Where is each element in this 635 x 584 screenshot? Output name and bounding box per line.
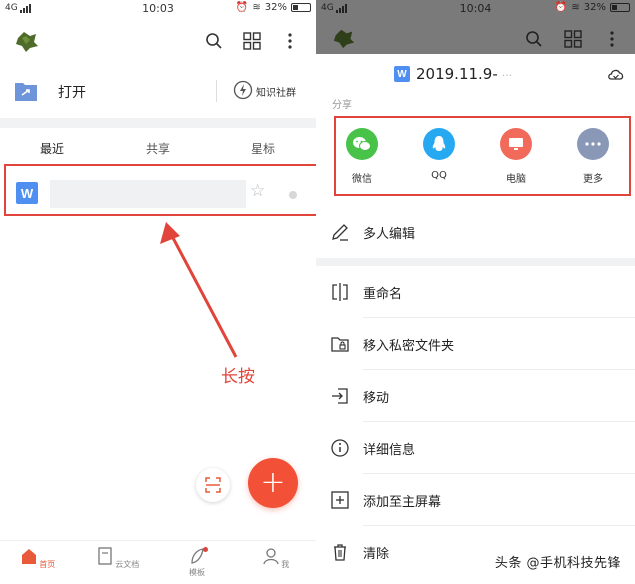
wechat-icon <box>346 128 378 160</box>
document-title: 2019.11.9- ··· <box>416 65 512 83</box>
new-document-button[interactable]: + <box>248 458 298 508</box>
watermark: 头条 @手机科技先锋 <box>494 556 621 571</box>
share-computer-label: 电脑 <box>506 174 526 185</box>
share-more-label: 更多 <box>583 174 603 185</box>
nav-me[interactable]: 我 <box>251 547 301 570</box>
sheet-header: W 2019.11.9- ··· <box>316 54 635 94</box>
rename-icon <box>332 283 348 301</box>
file-name-redacted <box>50 180 246 208</box>
wifi-icon: ≋ <box>252 2 261 13</box>
move-icon <box>332 388 348 404</box>
app-logo-icon <box>333 29 355 49</box>
tab-recent[interactable]: 最近 <box>40 140 64 157</box>
status-bar: 4G 10:04 ⏰ ≋ 32% <box>316 0 635 18</box>
community-link[interactable]: 知识社群 <box>256 84 296 99</box>
nav-me-label: 我 <box>281 560 290 569</box>
tab-starred[interactable]: 星标 <box>251 140 275 157</box>
bottom-nav: 首页 云文档 模板 我 <box>0 540 316 584</box>
long-press-annotation: 长按 <box>221 367 255 387</box>
battery-level: 32% <box>583 2 606 13</box>
menu-clear-label: 清除 <box>363 547 390 562</box>
monitor-icon <box>500 128 532 160</box>
grid-view-icon[interactable] <box>241 30 263 52</box>
menu-details-label: 详细信息 <box>363 443 416 458</box>
menu-rename-label: 重命名 <box>363 287 403 302</box>
home-icon <box>21 549 36 564</box>
search-icon[interactable] <box>203 30 225 52</box>
nav-templates-label: 模板 <box>189 568 205 577</box>
battery-icon <box>610 3 630 12</box>
trash-icon <box>334 544 346 561</box>
person-icon <box>263 548 279 565</box>
open-label: 打开 <box>58 85 86 101</box>
document-title-text: 2019.11.9- <box>416 65 498 83</box>
recent-file-row[interactable]: W ☆ <box>0 164 316 226</box>
tab-shared[interactable]: 共享 <box>146 140 170 157</box>
share-more[interactable]: 更多 <box>568 128 618 185</box>
qq-icon <box>423 128 455 160</box>
menu-rename[interactable]: 重命名 <box>316 266 635 318</box>
share-qq-label: QQ <box>431 170 447 181</box>
notification-dot <box>203 547 208 552</box>
share-qq[interactable]: QQ <box>414 128 464 181</box>
menu-add-home-label: 添加至主屏幕 <box>363 495 442 510</box>
battery-icon <box>291 3 311 12</box>
status-right: ⏰ ≋ 32% <box>236 2 311 13</box>
more-vertical-icon[interactable] <box>279 30 301 52</box>
grid-view-icon <box>562 28 584 50</box>
nav-home-label: 首页 <box>39 560 56 569</box>
dimmed-background[interactable]: 4G 10:04 ⏰ ≋ 32% <box>316 0 635 54</box>
word-doc-icon: W <box>394 66 410 82</box>
add-square-icon <box>331 491 349 509</box>
star-icon[interactable]: ☆ <box>250 181 265 201</box>
scan-button[interactable] <box>196 468 230 502</box>
folder-open-icon <box>15 83 37 101</box>
menu-move-private-label: 移入私密文件夹 <box>363 339 455 354</box>
section-separator <box>316 258 635 266</box>
status-right: ⏰ ≋ 32% <box>555 2 630 13</box>
search-icon <box>523 28 545 50</box>
battery-level: 32% <box>264 2 287 13</box>
share-wechat[interactable]: 微信 <box>337 128 387 185</box>
status-bar: 4G 10:03 ⏰ ≋ 32% <box>0 0 316 18</box>
cloud-upload-icon[interactable] <box>607 66 625 82</box>
nav-cloud-docs[interactable]: 云文档 <box>93 547 143 570</box>
section-separator <box>0 118 316 128</box>
more-vertical-icon <box>601 28 623 50</box>
left-screen: 4G 10:03 ⏰ ≋ 32% 打开 知识社群 最近 共享 星标 W ☆ 长按… <box>0 0 316 584</box>
document-title-redacted: ··· <box>501 69 513 82</box>
top-bar <box>0 24 316 62</box>
template-icon <box>189 547 208 565</box>
file-tabs: 最近 共享 星标 <box>0 134 316 160</box>
share-computer[interactable]: 电脑 <box>491 128 541 185</box>
menu-move-private[interactable]: 移入私密文件夹 <box>316 318 635 370</box>
document-icon <box>98 547 112 565</box>
menu-details[interactable]: 详细信息 <box>316 422 635 474</box>
menu-move-label: 移动 <box>363 391 390 406</box>
menu-multi-edit-label: 多人编辑 <box>363 227 416 242</box>
divider <box>216 80 217 102</box>
pencil-icon <box>332 224 348 241</box>
nav-templates[interactable]: 模板 <box>172 547 222 578</box>
alarm-icon: ⏰ <box>235 2 249 13</box>
lightning-icon <box>233 80 253 100</box>
right-screen: 4G 10:04 ⏰ ≋ 32% W 2019.11.9- ··· 分享 微信 … <box>316 0 635 584</box>
alarm-icon: ⏰ <box>554 2 568 13</box>
nav-cloud-docs-label: 云文档 <box>115 560 140 569</box>
share-wechat-label: 微信 <box>352 174 372 185</box>
wifi-icon: ≋ <box>571 2 580 13</box>
more-horizontal-icon <box>577 128 609 160</box>
menu-add-home[interactable]: 添加至主屏幕 <box>316 474 635 526</box>
open-file-row[interactable]: 打开 知识社群 <box>0 66 316 118</box>
menu-move[interactable]: 移动 <box>316 370 635 422</box>
nav-home[interactable]: 首页 <box>13 547 63 570</box>
word-doc-icon: W <box>16 182 38 204</box>
scan-icon <box>205 477 221 493</box>
sync-status-dot <box>289 191 297 199</box>
menu-multi-edit[interactable]: 多人编辑 <box>316 206 635 258</box>
share-section-label: 分享 <box>332 100 352 111</box>
private-folder-icon <box>331 337 349 352</box>
app-logo-icon <box>16 32 38 52</box>
info-icon <box>331 439 349 457</box>
